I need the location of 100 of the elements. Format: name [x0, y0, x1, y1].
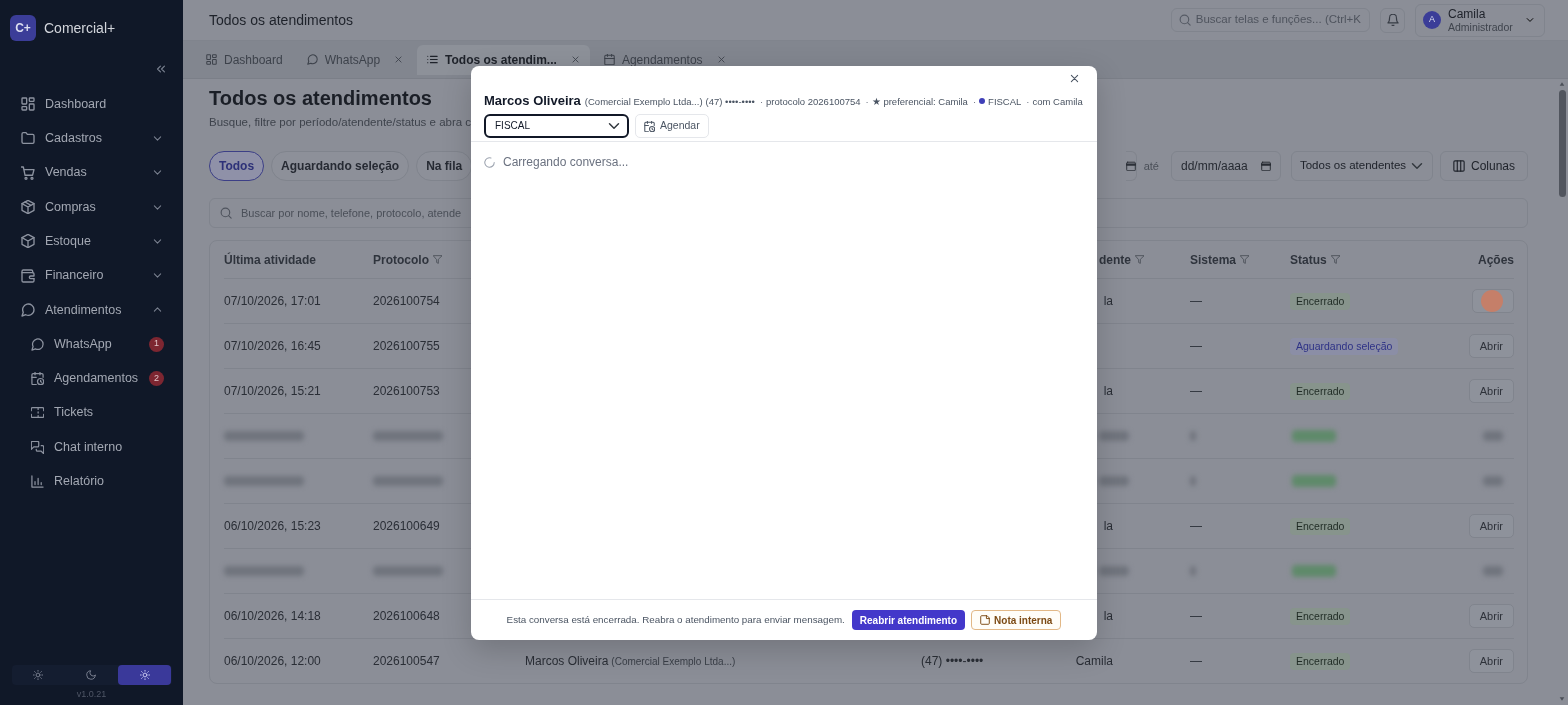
- filter-icon[interactable]: [1135, 255, 1144, 264]
- scroll-down-icon[interactable]: [1559, 696, 1565, 702]
- bell-icon: [1386, 14, 1399, 26]
- open-button[interactable]: Abrir: [1468, 514, 1514, 538]
- column-header: Status: [1290, 251, 1327, 269]
- theme-button[interactable]: [118, 664, 172, 685]
- close-icon[interactable]: [570, 55, 580, 64]
- ticket-icon: [31, 406, 44, 420]
- status-badge: Aguardando seleção: [1290, 338, 1399, 355]
- attendant-select[interactable]: Todos os atendentes: [1290, 151, 1433, 181]
- table-cell: —: [1190, 519, 1202, 533]
- close-icon[interactable]: [1069, 73, 1080, 84]
- table-cell: 06/10/2026, 15:23: [224, 519, 321, 533]
- table-cell: 2026100755: [373, 339, 440, 353]
- user-avatar: A: [1423, 11, 1441, 29]
- columns-button[interactable]: Colunas: [1439, 151, 1528, 181]
- sidebar-item[interactable]: Tickets: [0, 395, 183, 430]
- count-badge: 2: [149, 371, 164, 386]
- column-header: Protocolo: [373, 251, 429, 269]
- separator-text: ·: [1026, 95, 1030, 109]
- filter-chip[interactable]: Todos: [209, 151, 265, 181]
- folder-icon: [21, 131, 35, 146]
- scroll-up-icon[interactable]: [1559, 81, 1565, 87]
- moon-icon: [86, 669, 97, 680]
- chat-icon: [306, 54, 318, 65]
- filter-icon[interactable]: [433, 255, 442, 264]
- chat-bubbles-icon: [31, 440, 44, 454]
- table-cell: 2026100754: [373, 294, 440, 308]
- filter-chip[interactable]: Aguardando seleção: [271, 151, 410, 181]
- table-cell: 07/10/2026, 16:45: [224, 339, 321, 353]
- bar-chart-icon: [31, 474, 44, 488]
- sidebar-item[interactable]: Chat interno: [0, 429, 183, 465]
- open-button[interactable]: [1472, 289, 1514, 313]
- reopen-button[interactable]: Reabrir atendimento: [851, 610, 966, 630]
- customer-name: Marcos Oliveira: [525, 654, 609, 668]
- table-cell: la: [1103, 519, 1113, 533]
- table-cell: 2026100547: [373, 654, 440, 668]
- loading-text: Carregando conversa...: [503, 154, 629, 171]
- contact-detail: ★ preferencial: Camila: [871, 95, 968, 109]
- cube-icon: [21, 234, 35, 249]
- calendar-icon: [603, 54, 615, 65]
- sidebar-item[interactable]: Atendimentos: [0, 292, 183, 328]
- redacted-button[interactable]: [1483, 566, 1503, 576]
- sidebar-item[interactable]: Cadastros: [0, 121, 183, 156]
- open-button[interactable]: Abrir: [1468, 379, 1514, 403]
- chat-icon: [21, 302, 35, 317]
- company-name: (Comercial Exemplo Ltda...): [611, 656, 736, 667]
- table-cell: la: [1103, 609, 1113, 623]
- chat-icon: [31, 337, 44, 351]
- date-field[interactable]: [1125, 151, 1137, 181]
- page-heading: Todos os atendimentos: [209, 86, 432, 110]
- schedule-button[interactable]: Agendar: [635, 114, 709, 138]
- user-menu-button[interactable]: A Camila Administrador: [1415, 3, 1545, 37]
- calendar-clock-icon: [644, 120, 655, 132]
- sidebar-item[interactable]: Dashboard: [0, 87, 183, 122]
- closed-notice: Esta conversa está encerrada. Reabra o atendimento para enviar mensagem.: [506, 612, 845, 627]
- table-cell: —: [1190, 339, 1202, 353]
- list-icon: [427, 54, 439, 65]
- sidebar-item[interactable]: Compras: [0, 189, 183, 225]
- sidebar-item[interactable]: Vendas: [0, 155, 183, 190]
- table-cell: 2026100649: [373, 519, 440, 533]
- date-field[interactable]: dd/mm/aaaa: [1170, 151, 1281, 181]
- date-range-label: até: [1143, 158, 1159, 174]
- open-button[interactable]: Abrir: [1468, 649, 1514, 673]
- sidebar-item[interactable]: Agendamentos 2: [0, 361, 183, 396]
- phone-number: (47) ••••-••••: [705, 95, 755, 109]
- queue-select[interactable]: FISCAL: [484, 114, 629, 138]
- open-button[interactable]: Abrir: [1468, 604, 1514, 628]
- calendar-icon: [1125, 161, 1136, 171]
- sun-icon: [139, 669, 150, 680]
- count-badge: 1: [149, 336, 164, 352]
- table-cell: 07/10/2026, 17:01: [224, 294, 321, 308]
- column-header: Última atividade: [224, 251, 317, 269]
- sidebar-item[interactable]: Relatório: [0, 464, 183, 499]
- filter-icon[interactable]: [1330, 255, 1340, 264]
- app-logo: C+: [10, 15, 36, 41]
- redacted-button[interactable]: [1483, 431, 1503, 441]
- contact-detail: protocolo 2026100754: [766, 95, 861, 109]
- status-badge: Encerrado: [1290, 608, 1351, 625]
- redacted-button[interactable]: [1483, 476, 1503, 486]
- open-button[interactable]: Abrir: [1468, 334, 1514, 358]
- filter-chip[interactable]: Na fila: [416, 151, 473, 181]
- table-cell: 06/10/2026, 14:18: [224, 609, 321, 623]
- table-cell: 2026100648: [373, 609, 440, 623]
- columns-icon: [1452, 160, 1465, 172]
- sidebar-item[interactable]: Estoque: [0, 224, 183, 259]
- table-cell: —: [1190, 609, 1202, 623]
- filter-icon[interactable]: [1240, 255, 1250, 264]
- separator-text: ·: [759, 95, 764, 109]
- calendar-clock-icon: [31, 372, 44, 385]
- double-chevron-icon[interactable]: [155, 63, 167, 75]
- internal-note-button[interactable]: Nota interna: [971, 610, 1062, 630]
- grid-icon: [21, 97, 35, 112]
- scrollbar-thumb[interactable]: [1558, 90, 1566, 197]
- table-cell: Camila: [1075, 654, 1113, 668]
- sidebar-item[interactable]: WhatsApp 1: [0, 327, 183, 362]
- separator-text: ·: [865, 95, 869, 109]
- notifications-button[interactable]: [1380, 7, 1405, 33]
- status-badge: Encerrado: [1290, 293, 1351, 310]
- sidebar-item[interactable]: Financeiro: [0, 258, 183, 293]
